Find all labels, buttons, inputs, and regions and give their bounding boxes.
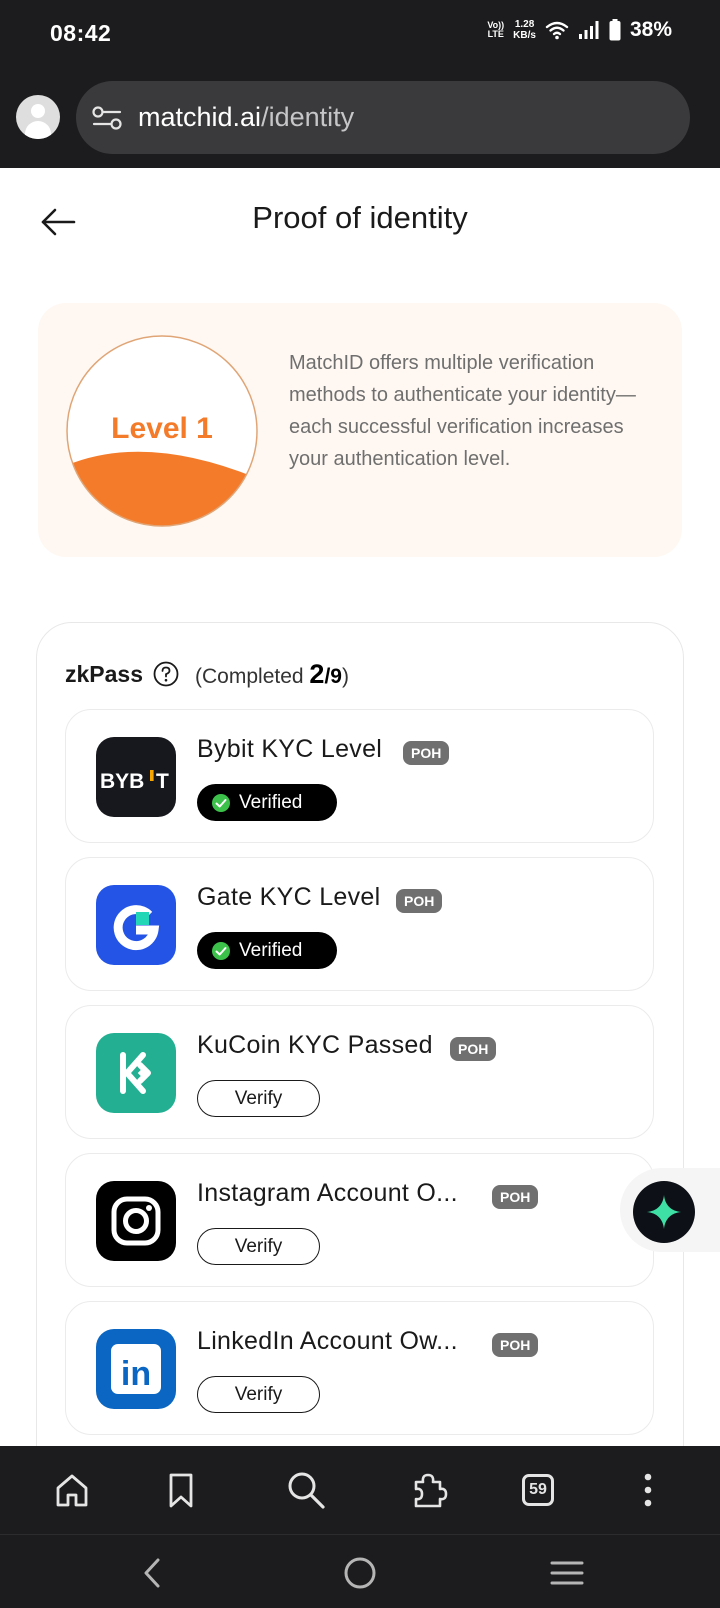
svg-text:BYB: BYB [100,770,144,793]
level-badge: Level 1 [66,335,258,527]
verify-button[interactable]: Verify [197,1080,320,1117]
status-icons: Vo)) LTE 1.28 KB/s 38% [487,18,672,42]
list-item-linkedin: in LinkedIn Account Ow... POH Verify [65,1301,654,1435]
total-count: /9 [324,664,342,688]
list-item-bybit: BYB T Bybit KYC Level POH Verified [65,709,654,843]
kucoin-logo-icon [96,1033,176,1113]
zkpass-title: zkPass [65,660,144,687]
url-path: /identity [261,102,355,132]
level-card: Level 1 MatchID offers multiple verifica… [38,303,682,557]
home-icon [56,1474,88,1507]
more-vertical-icon [644,1473,652,1507]
nav-recents-icon [550,1561,584,1585]
search-icon [288,1472,325,1509]
status-bar: 08:42 Vo)) LTE 1.28 KB/s 38% [0,0,720,68]
volte-indicator: Vo)) LTE [487,20,505,39]
menu-button[interactable] [622,1464,674,1516]
system-nav-bar [0,1534,720,1608]
poh-badge: POH [492,1333,539,1357]
nav-home-icon [344,1557,376,1589]
battery-icon [609,19,621,41]
svg-text:T: T [156,770,169,793]
extensions-button[interactable] [402,1464,454,1516]
signal-icon [578,21,599,39]
list-item-instagram: Instagram Account O... POH Verify [65,1153,654,1287]
sparkle-icon [647,1195,681,1229]
status-time: 08:42 [50,20,112,46]
bookmark-icon [169,1473,193,1508]
svg-text:in: in [121,1355,151,1393]
browser-bottom-toolbar: 59 [0,1446,720,1534]
url-domain: matchid.ai [138,102,262,132]
verified-badge: Verified [197,932,337,969]
verify-button[interactable]: Verify [197,1228,320,1265]
verified-badge: Verified [197,784,337,821]
verify-button[interactable]: Verify [197,1376,320,1413]
zkpass-progress: (Completed 2/9) [195,658,349,689]
list-item-gate: Gate KYC Level POH Verified [65,857,654,991]
profile-avatar[interactable] [16,95,60,139]
zkpass-header: zkPass (Completed 2/9) [65,656,349,692]
item-name: Bybit KYC Level [197,735,383,763]
poh-badge: POH [403,741,450,765]
item-name: Gate KYC Level [197,883,381,911]
item-name: KuCoin KYC Passed [197,1031,433,1059]
wifi-icon [545,21,569,40]
gate-logo-icon [96,885,176,965]
url-text[interactable]: matchid.ai/identity [138,102,354,133]
level-description: MatchID offers multiple verification met… [289,352,636,470]
poh-badge: POH [450,1037,497,1061]
item-name: LinkedIn Account Ow... [197,1327,458,1355]
bybit-logo-icon: BYB T [96,737,176,817]
address-bar[interactable]: matchid.ai/identity [76,81,690,154]
nav-recents-button[interactable] [543,1549,591,1597]
list-item-kucoin: KuCoin KYC Passed POH Verify [65,1005,654,1139]
battery-percentage: 38% [629,18,672,41]
check-circle-icon [212,793,230,812]
instagram-logo-icon [96,1181,176,1261]
search-button[interactable] [280,1464,332,1516]
poh-badge: POH [492,1185,539,1209]
check-circle-icon [212,941,230,960]
puzzle-icon [414,1473,448,1508]
nav-home-button[interactable] [336,1549,384,1597]
nav-back-button[interactable] [128,1549,176,1597]
page-title: Proof of identity [252,200,468,235]
linkedin-logo-icon: in [96,1329,176,1409]
tabs-button[interactable]: 59 [512,1464,564,1516]
item-name: Instagram Account O... [197,1179,458,1207]
home-button[interactable] [46,1464,98,1516]
network-speed: 1.28 KB/s [513,19,536,41]
completed-count: 2 [309,658,325,689]
browser-toolbar: matchid.ai/identity [0,68,720,168]
tab-count: 59 [522,1474,554,1506]
level-label: Level 1 [111,412,213,445]
poh-badge: POH [396,889,443,913]
help-icon[interactable] [153,661,179,687]
sparkle-button[interactable] [633,1181,695,1243]
site-settings-icon[interactable] [90,105,124,131]
bookmarks-button[interactable] [155,1464,207,1516]
nav-back-icon [144,1558,160,1588]
